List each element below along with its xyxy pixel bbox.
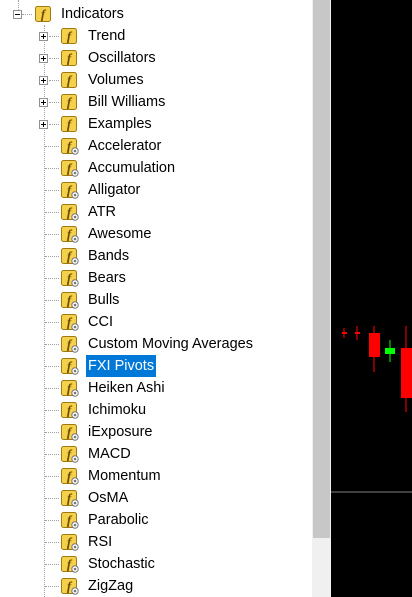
tree-item-bears[interactable]: f Bears	[0, 267, 312, 289]
tree-item-indicators[interactable]: f Indicators	[0, 3, 312, 25]
tree-item-label: ZigZag	[88, 578, 134, 594]
tree-item-label: Oscillators	[88, 50, 156, 66]
tree-item-label: MACD	[88, 446, 131, 462]
candle	[385, 348, 395, 354]
indicator-icon: f	[60, 489, 79, 507]
navigator-tree[interactable]: f Indicators f Trend f Oscillators f Volumes…	[0, 0, 312, 597]
tree-item-accelerator[interactable]: f Accelerator	[0, 135, 312, 157]
tree-item-atr[interactable]: f ATR	[0, 201, 312, 223]
tree-item-custom-moving-averages[interactable]: f Custom Moving Averages	[0, 333, 312, 355]
tree-item-iexposure[interactable]: f iExposure	[0, 421, 312, 443]
candle	[401, 348, 412, 398]
tree-item-label: Indicators	[61, 6, 124, 22]
indicator-icon: f	[60, 577, 79, 595]
indicator-icon: f	[60, 137, 79, 155]
indicator-icon: f	[60, 533, 79, 551]
indicator-folder-icon: f	[60, 93, 79, 111]
tree-item-label: RSI	[88, 534, 113, 550]
vertical-scrollbar[interactable]	[312, 0, 331, 597]
indicator-folder-icon: f	[60, 27, 79, 45]
tree-item-label: Bulls	[88, 292, 120, 308]
tree-item-heiken-ashi[interactable]: f Heiken Ashi	[0, 377, 312, 399]
tree-item-macd[interactable]: f MACD	[0, 443, 312, 465]
indicator-icon: f	[60, 247, 79, 265]
indicator-icon: f	[60, 511, 79, 529]
tree-folder-trend[interactable]: f Trend	[0, 25, 312, 47]
tree-item-label: iExposure	[88, 424, 153, 440]
tree-item-cci[interactable]: f CCI	[0, 311, 312, 333]
tree-item-bands[interactable]: f Bands	[0, 245, 312, 267]
expand-icon[interactable]	[39, 32, 48, 41]
indicator-icon: f	[60, 467, 79, 485]
candle	[355, 332, 360, 334]
indicator-icon: f	[60, 445, 79, 463]
tree-item-ichimoku[interactable]: f Ichimoku	[0, 399, 312, 421]
expand-icon[interactable]	[39, 76, 48, 85]
chart-canvas	[331, 326, 412, 493]
indicator-icon: f	[60, 357, 79, 375]
indicator-folder-icon: f	[60, 71, 79, 89]
tree-item-bulls[interactable]: f Bulls	[0, 289, 312, 311]
indicator-icon: f	[60, 423, 79, 441]
tree-item-label: Custom Moving Averages	[88, 336, 253, 352]
tree-item-label: OsMA	[88, 490, 129, 506]
tree-item-label: Volumes	[88, 72, 144, 88]
price-chart[interactable]	[331, 0, 412, 597]
tree-item-accumulation[interactable]: f Accumulation	[0, 157, 312, 179]
tree-item-label: Parabolic	[88, 512, 149, 528]
tree-item-label: ATR	[88, 204, 116, 220]
indicator-folder-icon: f	[60, 49, 79, 67]
tree-item-label: Stochastic	[88, 556, 155, 572]
indicator-icon: f	[60, 335, 79, 353]
indicator-icon: f	[60, 379, 79, 397]
candle	[369, 333, 380, 357]
tree-item-rsi[interactable]: f RSI	[0, 531, 312, 553]
indicator-icon: f	[60, 401, 79, 419]
indicator-icon: f	[60, 291, 79, 309]
tree-item-label: Bands	[88, 248, 130, 264]
tree-item-label: Heiken Ashi	[88, 380, 165, 396]
indicator-icon: f	[60, 313, 79, 331]
expand-icon[interactable]	[39, 120, 48, 129]
tree-item-osma[interactable]: f OsMA	[0, 487, 312, 509]
tree-item-alligator[interactable]: f Alligator	[0, 179, 312, 201]
tree-item-label: Bears	[88, 270, 126, 286]
tree-item-label: FXI Pivots	[86, 355, 157, 377]
tree-item-zigzag[interactable]: f ZigZag	[0, 575, 312, 597]
tree-item-momentum[interactable]: f Momentum	[0, 465, 312, 487]
tree-item-label: Momentum	[88, 468, 161, 484]
tree-item-stochastic[interactable]: f Stochastic	[0, 553, 312, 575]
collapse-icon[interactable]	[13, 10, 22, 19]
tree-item-label: CCI	[88, 314, 113, 330]
indicator-folder-icon: f	[60, 115, 79, 133]
tree-item-label: Alligator	[88, 182, 141, 198]
tree-item-parabolic[interactable]: f Parabolic	[0, 509, 312, 531]
tree-connector-line	[22, 14, 32, 15]
tree-item-label: Awesome	[88, 226, 152, 242]
indicator-icon: f	[60, 555, 79, 573]
tree-folder-oscillators[interactable]: f Oscillators	[0, 47, 312, 69]
indicator-icon: f	[60, 203, 79, 221]
candle	[342, 332, 347, 334]
tree-folder-volumes[interactable]: f Volumes	[0, 69, 312, 91]
tree-item-label: Examples	[88, 116, 152, 132]
indicator-icon: f	[60, 269, 79, 287]
indicator-icon: f	[60, 225, 79, 243]
tree-item-label: Ichimoku	[88, 402, 147, 418]
tree-item-label: Accumulation	[88, 160, 176, 176]
tree-item-fxi-pivots[interactable]: f FXI Pivots	[0, 355, 312, 377]
tree-folder-examples[interactable]: f Examples	[0, 113, 312, 135]
tree-item-awesome[interactable]: f Awesome	[0, 223, 312, 245]
expand-icon[interactable]	[39, 54, 48, 63]
tree-item-label: Bill Williams	[88, 94, 166, 110]
indicator-icon: f	[60, 159, 79, 177]
indicator-icon: f	[60, 181, 79, 199]
expand-icon[interactable]	[39, 98, 48, 107]
tree-folder-bill-williams[interactable]: f Bill Williams	[0, 91, 312, 113]
tree-item-label: Trend	[88, 28, 126, 44]
scrollbar-thumb[interactable]	[313, 0, 330, 538]
tree-item-label: Accelerator	[88, 138, 162, 154]
indicator-folder-icon: f	[34, 5, 53, 23]
